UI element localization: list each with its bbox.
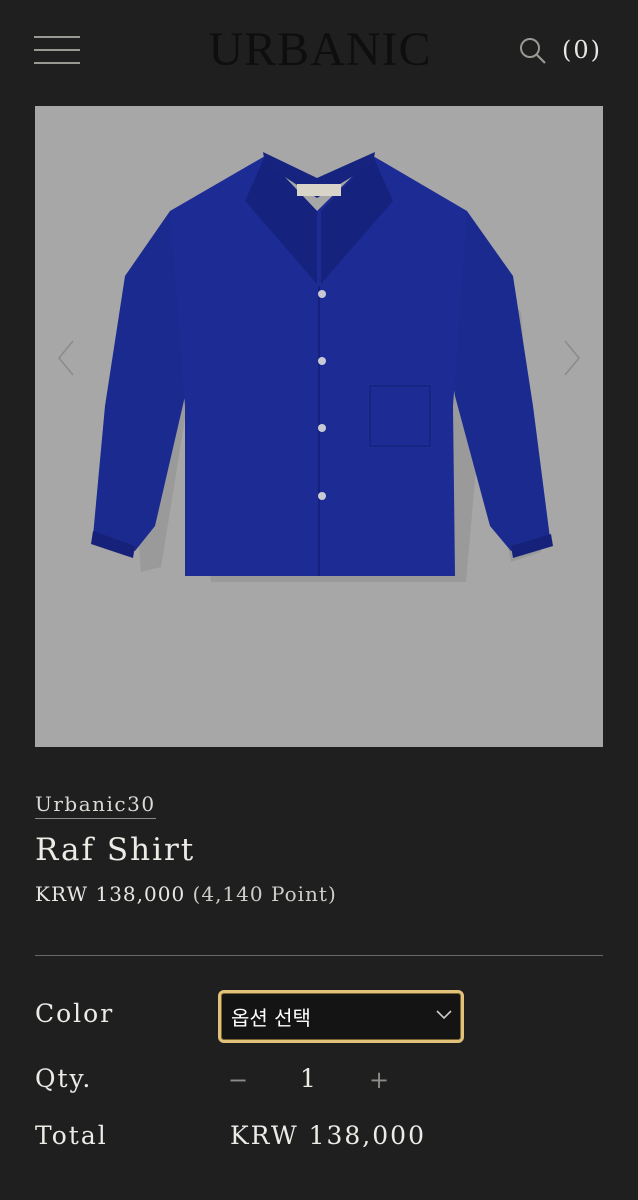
site-logo[interactable]: URBANIC xyxy=(170,24,470,76)
hamburger-icon-line xyxy=(34,36,80,38)
product-image-gallery[interactable] xyxy=(35,106,603,747)
qty-input[interactable]: 1 xyxy=(290,1064,326,1093)
product-page: URBANIC (0) Urbanic30 Raf Shirt KRW 138,… xyxy=(0,0,638,1200)
product-title: Raf Shirt xyxy=(35,832,196,868)
search-icon[interactable] xyxy=(518,36,548,66)
total-price: KRW 138,000 xyxy=(230,1121,426,1150)
chevron-left-icon[interactable] xyxy=(55,338,79,378)
color-label: Color xyxy=(35,999,115,1028)
chevron-right-icon[interactable] xyxy=(559,338,583,378)
divider xyxy=(35,955,603,956)
hamburger-icon-line xyxy=(34,49,80,51)
qty-label: Qty. xyxy=(35,1064,93,1093)
points-value: (4,140 Point) xyxy=(192,882,337,906)
qty-decrease-button[interactable]: − xyxy=(225,1066,251,1094)
chevron-down-icon xyxy=(436,1010,452,1020)
product-image xyxy=(91,152,553,582)
color-select-value: 옵션 선택 xyxy=(231,1006,311,1030)
price: KRW 138,000 (4,140 Point) xyxy=(35,882,337,906)
total-label: Total xyxy=(35,1121,108,1150)
price-value: KRW 138,000 xyxy=(35,882,186,906)
cart-button[interactable]: (0) xyxy=(562,34,606,66)
menu-button[interactable] xyxy=(34,36,82,66)
qty-increase-button[interactable]: + xyxy=(366,1066,392,1094)
hamburger-icon-line xyxy=(34,62,80,64)
brand-link[interactable]: Urbanic30 xyxy=(35,792,156,819)
color-select[interactable]: 옵션 선택 xyxy=(218,990,464,1043)
